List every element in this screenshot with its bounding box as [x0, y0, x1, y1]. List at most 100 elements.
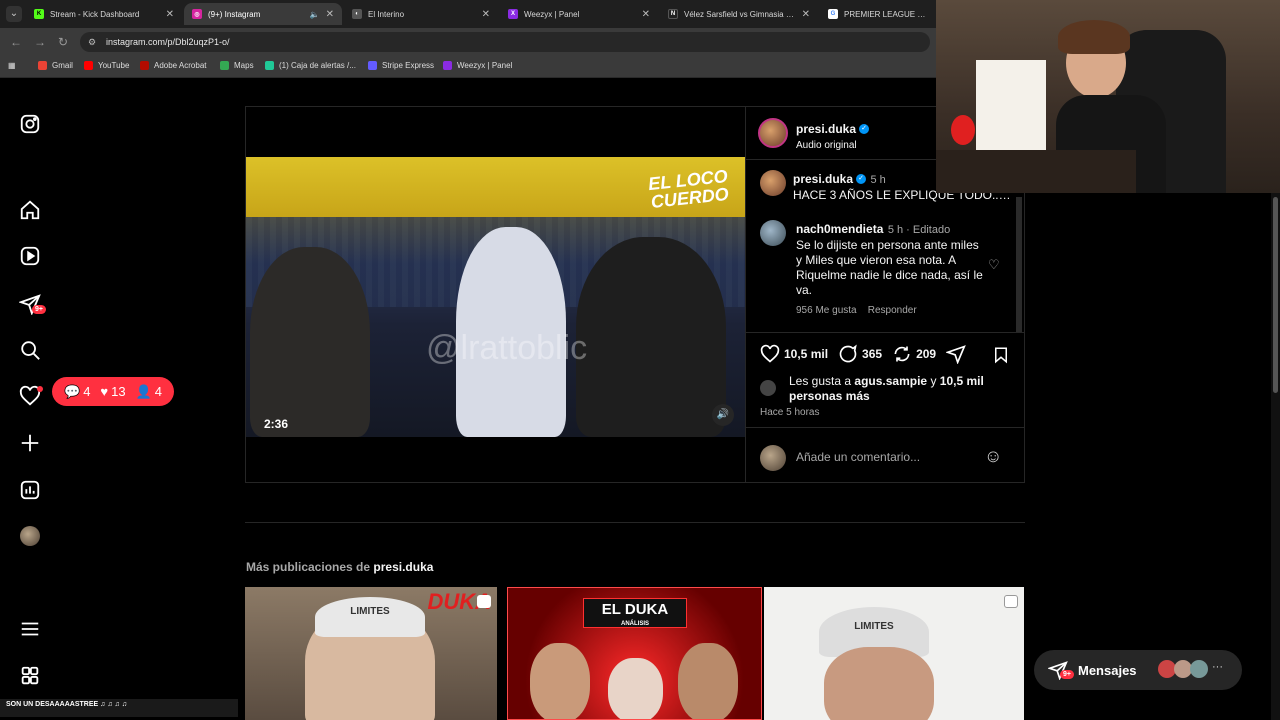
threads-apps-icon[interactable] [18, 664, 42, 688]
more-posts-title: Más publicaciones de presi.duka [246, 560, 434, 574]
bookmark-weezyx[interactable]: Weezyx | Panel [443, 61, 512, 70]
bookmark-gmail[interactable]: Gmail [38, 61, 73, 70]
wall-poster [976, 60, 1046, 160]
comment-meta: 5 h · Editado [887, 224, 951, 236]
site-info-icon[interactable]: ⚙ [88, 32, 96, 52]
person-left [250, 247, 370, 437]
comment: nach0mendieta 5 h · Editado Se lo dijist… [796, 220, 986, 316]
close-icon[interactable]: ✕ [166, 9, 174, 20]
follows-count: 👤 4 [135, 383, 163, 400]
comment-likes[interactable]: 956 Me gusta [796, 305, 857, 316]
caption-avatar[interactable] [760, 170, 786, 196]
messages-label: Mensajes [1078, 662, 1137, 678]
forward-icon[interactable]: → [34, 35, 46, 49]
page-scrollbar[interactable] [1271, 193, 1280, 720]
instagram-icon: ◎ [192, 9, 202, 19]
bookmark-maps[interactable]: Maps [220, 61, 254, 70]
dashboard-icon[interactable] [18, 478, 42, 502]
back-icon[interactable]: ← [10, 35, 22, 49]
comment-count: 365 [862, 347, 883, 361]
author-avatar[interactable] [758, 118, 788, 148]
messages-pill[interactable]: 9+ Mensajes ··· [1034, 650, 1242, 690]
close-icon[interactable]: ✕ [642, 9, 650, 20]
audio-label[interactable]: Audio original [796, 140, 869, 151]
more-icon[interactable]: ··· [1212, 661, 1223, 673]
bookmark-acrobat[interactable]: Adobe Acrobat [140, 61, 206, 70]
bookmark-alerts[interactable]: (1) Caja de alertas /... [265, 61, 356, 70]
speaker-icon[interactable]: 🔈 [310, 10, 320, 19]
post-thumbnail[interactable]: DUKA LIMITES [245, 587, 497, 720]
bookmark-stripe[interactable]: Stripe Express [368, 61, 434, 70]
more-posts-user[interactable]: presi.duka [373, 560, 433, 574]
tab-title: El Interino [368, 9, 405, 19]
search-icon[interactable] [18, 338, 42, 362]
emoji-icon[interactable]: ☺ [984, 446, 1002, 467]
webcam-overlay [936, 0, 1280, 193]
section-divider [245, 522, 1025, 523]
liked-by-user[interactable]: agus.sampie [854, 374, 927, 388]
notifications-pill[interactable]: 💬 4 ♥ 13 👤 4 [52, 377, 175, 406]
close-icon[interactable]: ✕ [802, 9, 810, 20]
likes-count: ♥ 13 [100, 384, 126, 399]
create-plus-icon[interactable] [18, 431, 42, 455]
tab-title: Stream - Kick Dashboard [50, 9, 140, 19]
tab-title: Weezyx | Panel [524, 9, 580, 19]
tab-instagram[interactable]: ◎ (9+) Instagram 🔈 ✕ [184, 3, 342, 25]
alerts-icon [265, 61, 274, 70]
author-username[interactable]: presi.duka [796, 122, 856, 136]
share-button[interactable] [946, 344, 970, 364]
verified-icon: ✓ [859, 123, 870, 134]
home-icon[interactable] [18, 198, 42, 222]
url-bar[interactable]: ⚙ instagram.com/p/Dbl2uqzP1-o/ [80, 32, 930, 52]
tab-el-interino[interactable]: ◐ El Interino ✕ [344, 3, 498, 25]
liked-by: Les gusta a agus.sampie y 10,5 mil perso… [789, 374, 984, 403]
comment-input[interactable]: Añade un comentario... [796, 450, 920, 464]
comment-like-icon[interactable]: ♡ [988, 257, 1000, 273]
youtube-icon [84, 61, 93, 70]
comments-count: 💬 4 [64, 383, 91, 400]
stripe-icon [368, 61, 377, 70]
liker-avatar[interactable] [760, 380, 776, 396]
reply-button[interactable]: Responder [868, 305, 917, 316]
apps-grid-icon[interactable]: ▦ [8, 61, 16, 70]
like-button[interactable]: 10,5 mil [760, 344, 828, 364]
caption-username[interactable]: presi.duka [793, 172, 853, 186]
repost-icon [894, 346, 910, 362]
reel-icon [477, 595, 491, 608]
url-text: instagram.com/p/Dbl2uqzP1-o/ [106, 37, 230, 47]
thumb-person [530, 643, 590, 719]
comment-username[interactable]: nach0mendieta [796, 222, 883, 236]
tab-velez-gimnasia[interactable]: N Vélez Sarsfield vs Gimnasia La P ✕ [660, 3, 818, 25]
save-button[interactable] [992, 345, 1010, 370]
my-avatar [760, 445, 786, 471]
bookmark-label: (1) Caja de alertas /... [279, 61, 356, 70]
close-icon[interactable]: ✕ [482, 9, 490, 20]
commenter-avatar[interactable] [760, 220, 786, 246]
tab-premier-league[interactable]: G PREMIER LEAGUE - Buscar [820, 3, 936, 25]
bookmark-youtube[interactable]: YouTube [84, 61, 129, 70]
reel-video[interactable]: EL LOCO CUERDO @lrattoblic 2:36 🔊 [246, 107, 745, 482]
reels-icon[interactable] [18, 244, 42, 268]
scrollbar-thumb[interactable] [1273, 197, 1278, 393]
tab-weezyx-panel[interactable]: X Weezyx | Panel ✕ [500, 3, 658, 25]
video-frame: EL LOCO CUERDO @lrattoblic [246, 157, 745, 437]
profile-avatar[interactable] [18, 524, 42, 548]
tab-kick-dashboard[interactable]: K Stream - Kick Dashboard ✕ [26, 3, 182, 25]
tab-title: Vélez Sarsfield vs Gimnasia La P [684, 9, 796, 19]
tab-title: PREMIER LEAGUE - Buscar [844, 9, 928, 19]
volume-icon[interactable]: 🔊 [712, 404, 734, 426]
close-icon[interactable]: ✕ [326, 9, 334, 20]
nb-icon: N [668, 9, 678, 19]
comments-scrollbar[interactable] [1016, 197, 1022, 332]
repost-button[interactable]: 209 [892, 344, 936, 364]
reload-icon[interactable]: ↻ [58, 35, 68, 49]
tab-list-button[interactable]: ⌄ [6, 6, 22, 22]
heart-filled-icon: ♥ [100, 384, 109, 399]
post-thumbnail[interactable]: LIMITES [764, 587, 1024, 720]
comment-button[interactable]: 365 [838, 344, 882, 364]
menu-icon[interactable] [18, 617, 42, 641]
instagram-logo-icon[interactable] [18, 112, 42, 136]
post-container: EL LOCO CUERDO @lrattoblic 2:36 🔊 presi.d… [245, 106, 1025, 483]
post-time: Hace 5 horas [760, 407, 820, 418]
post-thumbnail[interactable]: EL DUKA ANÁLISIS [507, 587, 762, 720]
